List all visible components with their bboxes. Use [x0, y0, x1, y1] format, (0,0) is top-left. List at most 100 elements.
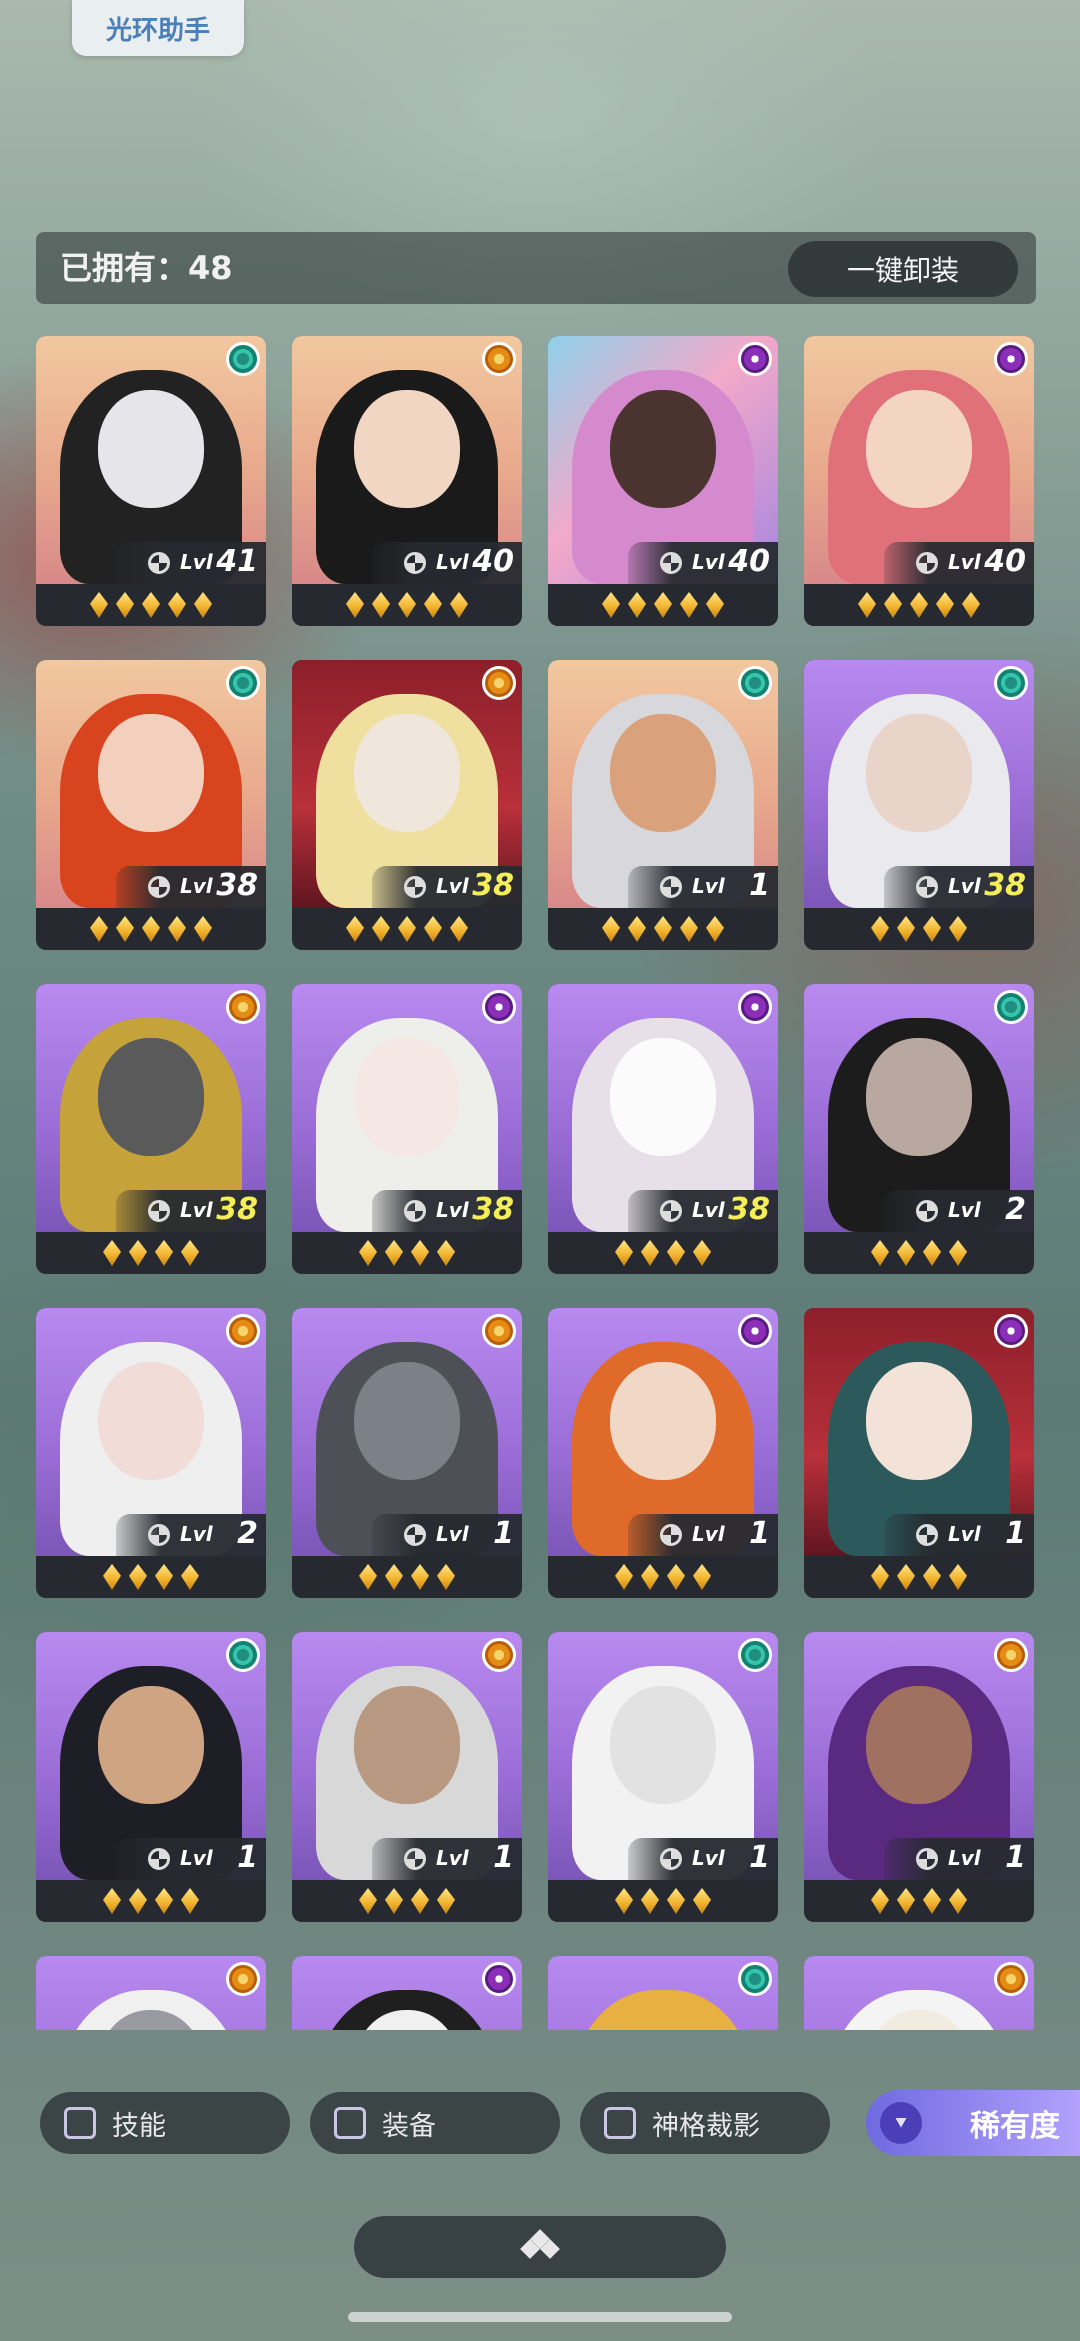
level-number: 40: [472, 544, 514, 579]
hero-card[interactable]: Lvl 2: [804, 984, 1034, 1274]
hero-card[interactable]: Lvl 1: [804, 1308, 1034, 1598]
gold-diamond-icon: [871, 1888, 889, 1914]
hero-face: [610, 1686, 716, 1804]
gold-diamond-icon: [641, 1564, 659, 1590]
faction-orange-icon: [482, 342, 516, 376]
hero-card[interactable]: [36, 1956, 266, 2030]
filter-equipment[interactable]: 装备: [310, 2092, 560, 2154]
hero-card[interactable]: Lvl 38: [36, 984, 266, 1274]
hero-card[interactable]: Lvl 1: [548, 660, 778, 950]
level-number: 1: [1005, 1840, 1026, 1875]
hero-card[interactable]: Lvl 38: [292, 660, 522, 950]
level-label: Lvl: [436, 874, 469, 898]
faction-orange-icon: [994, 1638, 1028, 1672]
hero-card[interactable]: Lvl 1: [548, 1308, 778, 1598]
hero-card[interactable]: [292, 1956, 522, 2030]
gold-diamond-icon: [641, 1888, 659, 1914]
level-number: 1: [1005, 1516, 1026, 1551]
level-label: Lvl: [692, 550, 725, 574]
hero-card[interactable]: [548, 1956, 778, 2030]
gold-diamond-icon: [372, 592, 390, 618]
level-panel: Lvl 1: [884, 1838, 1034, 1880]
home-indicator[interactable]: [348, 2312, 732, 2322]
gold-diamond-icon: [129, 1564, 147, 1590]
level-label: Lvl: [948, 874, 981, 898]
star-rating: [548, 1232, 778, 1274]
gold-diamond-icon: [884, 592, 902, 618]
level-number: 2: [1005, 1192, 1026, 1227]
level-panel: Lvl 2: [884, 1190, 1034, 1232]
gold-diamond-icon: [871, 916, 889, 942]
helper-button[interactable]: 光环助手: [72, 0, 244, 56]
hero-card[interactable]: Lvl 38: [36, 660, 266, 950]
hero-face: [98, 1686, 204, 1804]
unequip-all-button[interactable]: 一键卸装: [788, 241, 1018, 297]
filter-skill[interactable]: 技能: [40, 2092, 290, 2154]
gold-diamond-icon: [116, 916, 134, 942]
hero-card[interactable]: Lvl 40: [804, 336, 1034, 626]
owned-bar: 已拥有：48 一键卸装: [36, 232, 1036, 304]
hero-card[interactable]: Lvl 1: [804, 1632, 1034, 1922]
hero-face: [354, 1038, 460, 1156]
faction-purple-icon: [994, 342, 1028, 376]
faction-orange-icon: [226, 1962, 260, 1996]
checkbox-icon[interactable]: [334, 2107, 366, 2139]
gold-diamond-icon: [181, 1240, 199, 1266]
star-rating: [36, 1880, 266, 1922]
hero-card[interactable]: Lvl 38: [292, 984, 522, 1274]
rarity-sort-button[interactable]: ⯆ 稀有度: [866, 2090, 1080, 2156]
hero-card[interactable]: Lvl 1: [548, 1632, 778, 1922]
gold-diamond-icon: [385, 1564, 403, 1590]
filter-divine-shadow[interactable]: 神格裁影: [580, 2092, 830, 2154]
level-number: 1: [493, 1840, 514, 1875]
gold-diamond-icon: [168, 592, 186, 618]
hero-face: [866, 390, 972, 508]
hero-face: [98, 1362, 204, 1480]
hero-card[interactable]: Lvl 1: [36, 1632, 266, 1922]
gold-diamond-icon: [706, 916, 724, 942]
class-icon: [148, 876, 170, 898]
level-label: Lvl: [948, 550, 981, 574]
gold-diamond-icon: [706, 592, 724, 618]
faction-purple-icon: [482, 990, 516, 1024]
hero-card[interactable]: Lvl 1: [292, 1308, 522, 1598]
level-label: Lvl: [948, 1846, 981, 1870]
star-rating: [292, 1232, 522, 1274]
faction-orange-icon: [226, 990, 260, 1024]
faction-teal-icon: [738, 666, 772, 700]
hero-card[interactable]: Lvl 40: [548, 336, 778, 626]
hero-face: [354, 1686, 460, 1804]
class-icon: [404, 1848, 426, 1870]
double-chevron-down-icon: ⯆: [880, 2102, 922, 2144]
faction-purple-icon: [738, 990, 772, 1024]
hero-card[interactable]: [804, 1956, 1034, 2030]
faction-orange-icon: [226, 1314, 260, 1348]
gold-diamond-icon: [181, 1564, 199, 1590]
checkbox-icon[interactable]: [64, 2107, 96, 2139]
level-label: Lvl: [180, 874, 213, 898]
hero-card[interactable]: Lvl 38: [548, 984, 778, 1274]
hero-card[interactable]: Lvl 38: [804, 660, 1034, 950]
hero-face: [354, 390, 460, 508]
checkbox-icon[interactable]: [604, 2107, 636, 2139]
hero-face: [610, 1362, 716, 1480]
gold-diamond-icon: [871, 1564, 889, 1590]
bottom-menu-handle[interactable]: [354, 2216, 726, 2278]
owned-count: 已拥有：48: [60, 249, 233, 287]
level-panel: Lvl 41: [116, 542, 266, 584]
star-rating: [292, 1556, 522, 1598]
level-panel: Lvl 1: [116, 1838, 266, 1880]
class-icon: [404, 1200, 426, 1222]
hero-card[interactable]: Lvl 40: [292, 336, 522, 626]
level-number: 1: [493, 1516, 514, 1551]
faction-teal-icon: [226, 342, 260, 376]
hero-card[interactable]: Lvl 41: [36, 336, 266, 626]
class-icon: [916, 1848, 938, 1870]
faction-orange-icon: [482, 666, 516, 700]
hero-card[interactable]: Lvl 1: [292, 1632, 522, 1922]
gold-diamond-icon: [450, 916, 468, 942]
hero-card[interactable]: Lvl 2: [36, 1308, 266, 1598]
gold-diamond-icon: [155, 1564, 173, 1590]
faction-orange-icon: [994, 1962, 1028, 1996]
level-label: Lvl: [692, 1846, 725, 1870]
